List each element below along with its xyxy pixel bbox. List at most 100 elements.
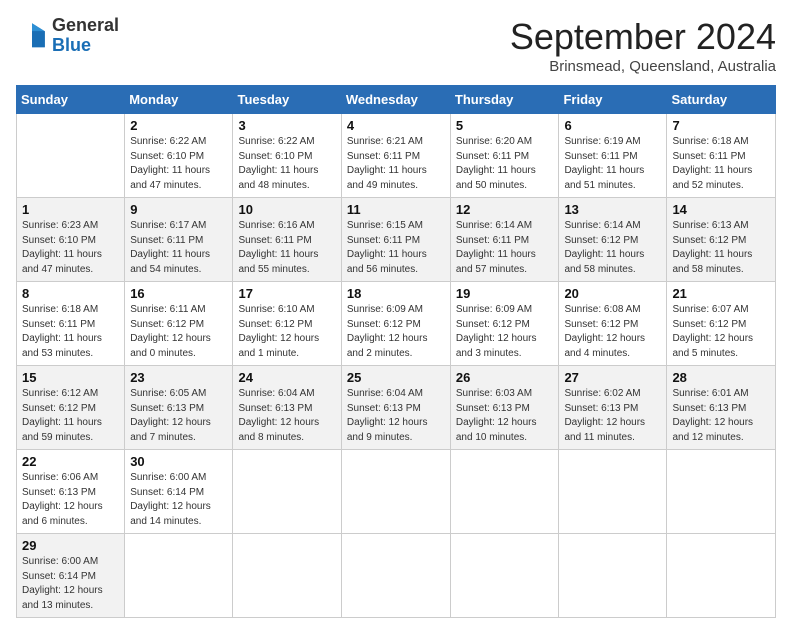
calendar-cell: 2 Sunrise: 6:22 AMSunset: 6:10 PMDaylight… [125, 114, 233, 198]
day-number: 3 [238, 118, 335, 133]
day-info: Sunrise: 6:17 AMSunset: 6:11 PMDaylight:… [130, 219, 227, 277]
calendar-cell: 21 Sunrise: 6:07 AMSunset: 6:12 PMDayligh… [667, 282, 776, 366]
day-info: Sunrise: 6:00 AMSunset: 6:14 PMDaylight:… [22, 555, 119, 613]
day-number: 4 [347, 118, 445, 133]
day-info: Sunrise: 6:22 AMSunset: 6:10 PMDaylight:… [238, 135, 335, 193]
calendar-cell: 24Sunrise: 6:04 AMSunset: 6:13 PMDayligh… [233, 366, 341, 450]
calendar-cell: 23 Sunrise: 6:05 AMSunset: 6:13 PMDayligh… [125, 366, 233, 450]
location: Brinsmead, Queensland, Australia [510, 58, 776, 75]
day-number: 21 [672, 286, 770, 301]
day-info: Sunrise: 6:13 AMSunset: 6:12 PMDaylight:… [672, 219, 770, 277]
calendar-cell: 25 Sunrise: 6:04 AMSunset: 6:13 PMDayligh… [341, 366, 450, 450]
day-info: Sunrise: 6:07 AMSunset: 6:12 PMDaylight:… [672, 303, 770, 361]
calendar-cell: 26Sunrise: 6:03 AMSunset: 6:13 PMDayligh… [450, 366, 559, 450]
calendar-cell [559, 534, 667, 618]
day-info: Sunrise: 6:06 AMSunset: 6:13 PMDaylight:… [22, 471, 119, 529]
day-info: Sunrise: 6:10 AMSunset: 6:12 PMDaylight:… [238, 303, 335, 361]
header: General Blue September 2024 Brinsmead, Q… [16, 16, 776, 75]
day-number: 28 [672, 370, 770, 385]
day-info: Sunrise: 6:23 AMSunset: 6:10 PMDaylight:… [22, 219, 119, 277]
day-number: 24 [238, 370, 335, 385]
calendar-cell: 27 Sunrise: 6:02 AMSunset: 6:13 PMDayligh… [559, 366, 667, 450]
day-info: Sunrise: 6:14 AMSunset: 6:12 PMDaylight:… [564, 219, 661, 277]
calendar-week-row: 29Sunrise: 6:00 AMSunset: 6:14 PMDayligh… [17, 534, 776, 618]
day-number: 7 [672, 118, 770, 133]
day-number: 17 [238, 286, 335, 301]
day-info: Sunrise: 6:22 AMSunset: 6:10 PMDaylight:… [130, 135, 227, 193]
day-info: Sunrise: 6:05 AMSunset: 6:13 PMDaylight:… [130, 387, 227, 445]
day-info: Sunrise: 6:21 AMSunset: 6:11 PMDaylight:… [347, 135, 445, 193]
day-of-week-header: Friday [559, 86, 667, 114]
day-of-week-header: Monday [125, 86, 233, 114]
calendar-cell: 20 Sunrise: 6:08 AMSunset: 6:12 PMDayligh… [559, 282, 667, 366]
day-number: 25 [347, 370, 445, 385]
calendar-cell: 15 Sunrise: 6:12 AMSunset: 6:12 PMDayligh… [17, 366, 125, 450]
calendar-week-row: 22 Sunrise: 6:06 AMSunset: 6:13 PMDayligh… [17, 450, 776, 534]
calendar-cell: 9 Sunrise: 6:17 AMSunset: 6:11 PMDaylight… [125, 198, 233, 282]
day-info: Sunrise: 6:09 AMSunset: 6:12 PMDaylight:… [456, 303, 554, 361]
day-info: Sunrise: 6:00 AMSunset: 6:14 PMDaylight:… [130, 471, 227, 529]
calendar-cell: 8Sunrise: 6:18 AMSunset: 6:11 PMDaylight… [17, 282, 125, 366]
day-number: 20 [564, 286, 661, 301]
day-of-week-header: Saturday [667, 86, 776, 114]
day-info: Sunrise: 6:16 AMSunset: 6:11 PMDaylight:… [238, 219, 335, 277]
calendar-cell: 11 Sunrise: 6:15 AMSunset: 6:11 PMDayligh… [341, 198, 450, 282]
day-number: 10 [238, 202, 335, 217]
day-number: 14 [672, 202, 770, 217]
day-number: 23 [130, 370, 227, 385]
day-info: Sunrise: 6:04 AMSunset: 6:13 PMDaylight:… [347, 387, 445, 445]
calendar-cell [450, 534, 559, 618]
day-info: Sunrise: 6:18 AMSunset: 6:11 PMDaylight:… [672, 135, 770, 193]
day-of-week-header: Tuesday [233, 86, 341, 114]
day-of-week-header: Wednesday [341, 86, 450, 114]
day-info: Sunrise: 6:01 AMSunset: 6:13 PMDaylight:… [672, 387, 770, 445]
day-number: 13 [564, 202, 661, 217]
calendar-cell: 22 Sunrise: 6:06 AMSunset: 6:13 PMDayligh… [17, 450, 125, 534]
calendar-cell: 13 Sunrise: 6:14 AMSunset: 6:12 PMDayligh… [559, 198, 667, 282]
day-number: 2 [130, 118, 227, 133]
calendar-cell: 14 Sunrise: 6:13 AMSunset: 6:12 PMDayligh… [667, 198, 776, 282]
day-info: Sunrise: 6:12 AMSunset: 6:12 PMDaylight:… [22, 387, 119, 445]
calendar-cell: 1Sunrise: 6:23 AMSunset: 6:10 PMDaylight… [17, 198, 125, 282]
calendar-cell: 7 Sunrise: 6:18 AMSunset: 6:11 PMDaylight… [667, 114, 776, 198]
calendar: SundayMondayTuesdayWednesdayThursdayFrid… [16, 85, 776, 618]
day-info: Sunrise: 6:02 AMSunset: 6:13 PMDaylight:… [564, 387, 661, 445]
calendar-cell: 4 Sunrise: 6:21 AMSunset: 6:11 PMDaylight… [341, 114, 450, 198]
calendar-header-row: SundayMondayTuesdayWednesdayThursdayFrid… [17, 86, 776, 114]
calendar-cell [450, 450, 559, 534]
calendar-cell [667, 450, 776, 534]
day-number: 5 [456, 118, 554, 133]
calendar-cell: 18Sunrise: 6:09 AMSunset: 6:12 PMDayligh… [341, 282, 450, 366]
calendar-cell: 29Sunrise: 6:00 AMSunset: 6:14 PMDayligh… [17, 534, 125, 618]
calendar-cell [17, 114, 125, 198]
day-number: 30 [130, 454, 227, 469]
calendar-week-row: 15 Sunrise: 6:12 AMSunset: 6:12 PMDayligh… [17, 366, 776, 450]
calendar-cell: 12Sunrise: 6:14 AMSunset: 6:11 PMDayligh… [450, 198, 559, 282]
day-number: 27 [564, 370, 661, 385]
calendar-week-row: 1Sunrise: 6:23 AMSunset: 6:10 PMDaylight… [17, 198, 776, 282]
day-number: 9 [130, 202, 227, 217]
calendar-cell: 30 Sunrise: 6:00 AMSunset: 6:14 PMDayligh… [125, 450, 233, 534]
day-number: 11 [347, 202, 445, 217]
day-info: Sunrise: 6:14 AMSunset: 6:11 PMDaylight:… [456, 219, 554, 277]
day-info: Sunrise: 6:18 AMSunset: 6:11 PMDaylight:… [22, 303, 119, 361]
calendar-cell [233, 534, 341, 618]
calendar-cell: 10 Sunrise: 6:16 AMSunset: 6:11 PMDayligh… [233, 198, 341, 282]
day-info: Sunrise: 6:15 AMSunset: 6:11 PMDaylight:… [347, 219, 445, 277]
day-number: 15 [22, 370, 119, 385]
day-number: 6 [564, 118, 661, 133]
calendar-week-row: 8Sunrise: 6:18 AMSunset: 6:11 PMDaylight… [17, 282, 776, 366]
day-info: Sunrise: 6:09 AMSunset: 6:12 PMDaylight:… [347, 303, 445, 361]
calendar-cell [667, 534, 776, 618]
day-number: 22 [22, 454, 119, 469]
logo-general-text: General [52, 15, 119, 35]
calendar-cell: 17 Sunrise: 6:10 AMSunset: 6:12 PMDayligh… [233, 282, 341, 366]
day-info: Sunrise: 6:08 AMSunset: 6:12 PMDaylight:… [564, 303, 661, 361]
calendar-cell [341, 534, 450, 618]
logo-blue-text: Blue [52, 35, 91, 55]
calendar-cell: 5Sunrise: 6:20 AMSunset: 6:11 PMDaylight… [450, 114, 559, 198]
calendar-cell: 16Sunrise: 6:11 AMSunset: 6:12 PMDayligh… [125, 282, 233, 366]
logo: General Blue [16, 16, 119, 56]
day-of-week-header: Sunday [17, 86, 125, 114]
calendar-cell [341, 450, 450, 534]
